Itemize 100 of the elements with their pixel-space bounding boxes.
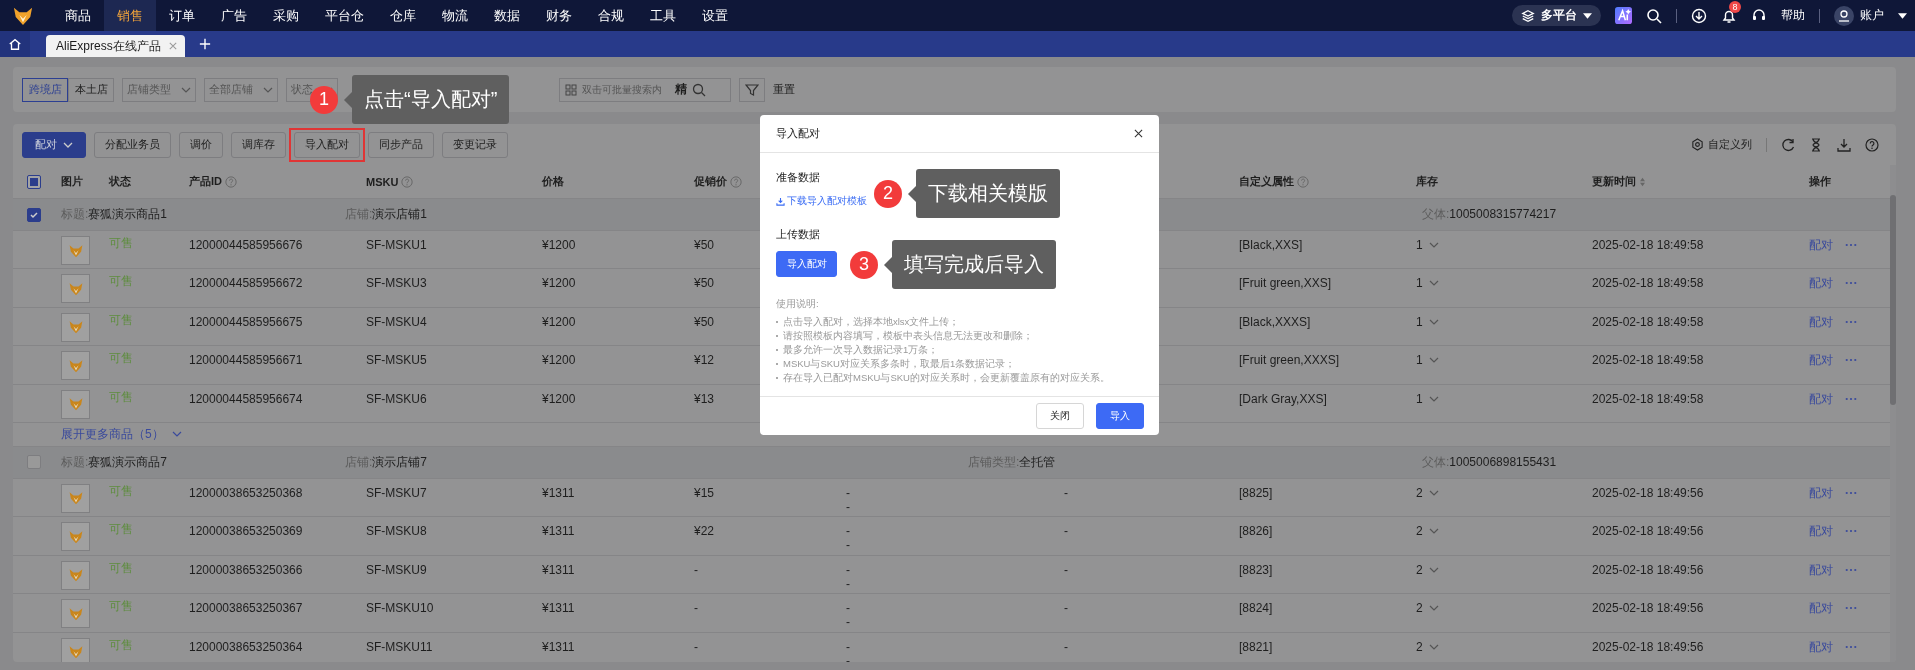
nav-menu-item[interactable]: 设置 [689, 0, 741, 31]
stock-dropdown[interactable]: 2 [1416, 639, 1423, 654]
table-cell-text: 12000044585956671 [188, 352, 304, 368]
more-icon[interactable] [1845, 567, 1857, 572]
chevron-down-icon[interactable] [1428, 395, 1439, 402]
fox-logo-icon[interactable] [12, 5, 34, 26]
chevron-down-icon[interactable] [1428, 280, 1439, 287]
user-avatar-icon[interactable] [1834, 5, 1854, 26]
nav-menu-item[interactable]: 仓库 [377, 0, 429, 31]
more-icon[interactable] [1845, 490, 1857, 495]
pair-dropdown-button[interactable]: 配对 [22, 131, 86, 158]
toolbar-button[interactable]: 分配业务员 [94, 131, 171, 158]
table-cell: - [1064, 524, 1068, 539]
page-tab[interactable]: AliExpress在线产品 [46, 35, 185, 57]
nav-menu-item[interactable]: 数据 [481, 0, 533, 31]
shop-scope-toggle[interactable]: 跨境店 [22, 77, 68, 102]
table-cell-text: 2025-02-18 18:49:58 [1591, 275, 1705, 291]
more-icon[interactable] [1845, 281, 1857, 286]
instruction-text: 点击导入配对，选择本地xlsx文件上传； [783, 315, 960, 329]
column-header: 图片 [61, 174, 83, 189]
row-checkbox[interactable] [27, 207, 41, 222]
more-icon[interactable] [1845, 358, 1857, 363]
shop-scope-toggle[interactable]: 本土店 [68, 77, 114, 102]
dialog-button[interactable]: 关闭 [1036, 403, 1084, 429]
stock-dropdown[interactable]: 2 [1416, 562, 1423, 577]
stock-dropdown[interactable]: 1 [1416, 238, 1423, 252]
chevron-down-icon[interactable] [1428, 605, 1439, 612]
help-link[interactable]: 帮助 [1781, 7, 1805, 24]
platform-switcher[interactable]: 多平台 [1512, 5, 1601, 26]
more-icon[interactable] [1845, 644, 1857, 649]
close-icon[interactable] [1134, 129, 1143, 138]
dialog-button[interactable]: 导入 [1096, 403, 1144, 429]
stock-dropdown[interactable]: 1 [1416, 314, 1423, 329]
ai-assistant-icon[interactable] [1615, 7, 1632, 24]
toolbar-button[interactable]: 调价 [179, 131, 223, 158]
nav-menu-item[interactable]: 订单 [156, 0, 208, 31]
toolbar-button[interactable]: 同步产品 [368, 131, 434, 158]
table-cell-text: ¥1311 [541, 561, 576, 577]
chevron-down-icon[interactable] [171, 431, 182, 438]
table-cell-text: SF-MSKU9 [365, 561, 428, 577]
custom-columns-link[interactable]: 自定义列 [1691, 137, 1752, 152]
nav-menu-item[interactable]: 商品 [52, 0, 104, 31]
exact-match-toggle[interactable]: 精 [675, 81, 687, 98]
caret-icon[interactable] [1898, 12, 1907, 19]
nav-menu-item[interactable]: 平台仓 [312, 0, 377, 31]
more-icon[interactable] [1845, 529, 1857, 534]
more-icon[interactable] [1845, 396, 1857, 401]
chevron-down-icon[interactable] [1428, 489, 1439, 496]
table-cell-text: SF-MSKU5 [365, 352, 428, 368]
download-template-link[interactable]: 下载导入配对模板 [776, 192, 867, 210]
chevron-down-icon[interactable] [1428, 528, 1439, 535]
nav-menu-item[interactable]: 销售 [104, 0, 156, 31]
search-icon[interactable] [1646, 7, 1662, 24]
table-cell-text: SF-MSKU8 [365, 523, 428, 539]
chevron-down-icon[interactable] [1428, 318, 1439, 325]
add-tab-icon[interactable] [198, 38, 211, 50]
toolbar-button[interactable]: 调库存 [231, 131, 286, 158]
stock-dropdown[interactable]: 2 [1416, 485, 1423, 500]
section-heading: 上传数据 [776, 227, 820, 242]
nav-menu-item[interactable]: 采购 [260, 0, 312, 31]
help-icon[interactable] [1865, 137, 1879, 152]
stock-dropdown[interactable]: 1 [1416, 391, 1423, 406]
stock-dropdown[interactable]: 2 [1416, 601, 1423, 616]
nav-menu-item[interactable]: 物流 [429, 0, 481, 31]
table-cell: ¥50 [694, 276, 715, 291]
home-tab[interactable] [0, 31, 30, 57]
more-icon[interactable] [1845, 319, 1857, 324]
toolbar-button[interactable]: 导入配对 [294, 131, 360, 158]
import-button[interactable]: 导入配对 [776, 251, 837, 277]
account-menu[interactable]: 账户 [1860, 7, 1884, 24]
table-cell: - [846, 485, 850, 500]
column-header: 操作 [1809, 174, 1831, 189]
table-cell-text: ¥1311 [541, 484, 576, 500]
reset-link[interactable]: 重置 [773, 82, 795, 97]
nav-menu-item[interactable]: 财务 [533, 0, 585, 31]
table-cell-text: SF-MSKU6 [365, 390, 428, 406]
table-cell: - [694, 639, 698, 654]
nav-menu-item[interactable]: 工具 [637, 0, 689, 31]
more-icon[interactable] [1845, 243, 1857, 247]
settings-icon [1691, 138, 1704, 151]
sort-icon[interactable] [1639, 176, 1646, 187]
chevron-down-icon[interactable] [1428, 643, 1439, 650]
stock-dropdown[interactable]: 1 [1416, 276, 1423, 291]
table-cell-text: 2025-02-18 18:49:56 [1591, 638, 1705, 654]
more-icon[interactable] [1845, 606, 1857, 611]
table-cell-text: 2025-02-18 18:49:56 [1591, 484, 1705, 500]
row-checkbox[interactable] [27, 455, 41, 470]
table-cell-text: 2025-02-18 18:49:58 [1591, 313, 1705, 329]
stock-dropdown[interactable]: 1 [1416, 353, 1423, 368]
nav-menu-item[interactable]: 广告 [208, 0, 260, 31]
hourglass-icon[interactable] [1809, 137, 1823, 152]
refresh-icon[interactable] [1781, 137, 1795, 152]
stock-dropdown[interactable]: 2 [1416, 524, 1423, 539]
filter-button[interactable] [739, 77, 765, 102]
toolbar-button[interactable]: 变更记录 [442, 131, 508, 158]
table-cell-text: 2025-02-18 18:49:56 [1591, 600, 1705, 616]
chevron-down-icon[interactable] [1428, 357, 1439, 364]
chevron-down-icon[interactable] [1428, 242, 1439, 248]
chevron-down-icon[interactable] [1428, 566, 1439, 573]
nav-menu-item[interactable]: 合规 [585, 0, 637, 31]
